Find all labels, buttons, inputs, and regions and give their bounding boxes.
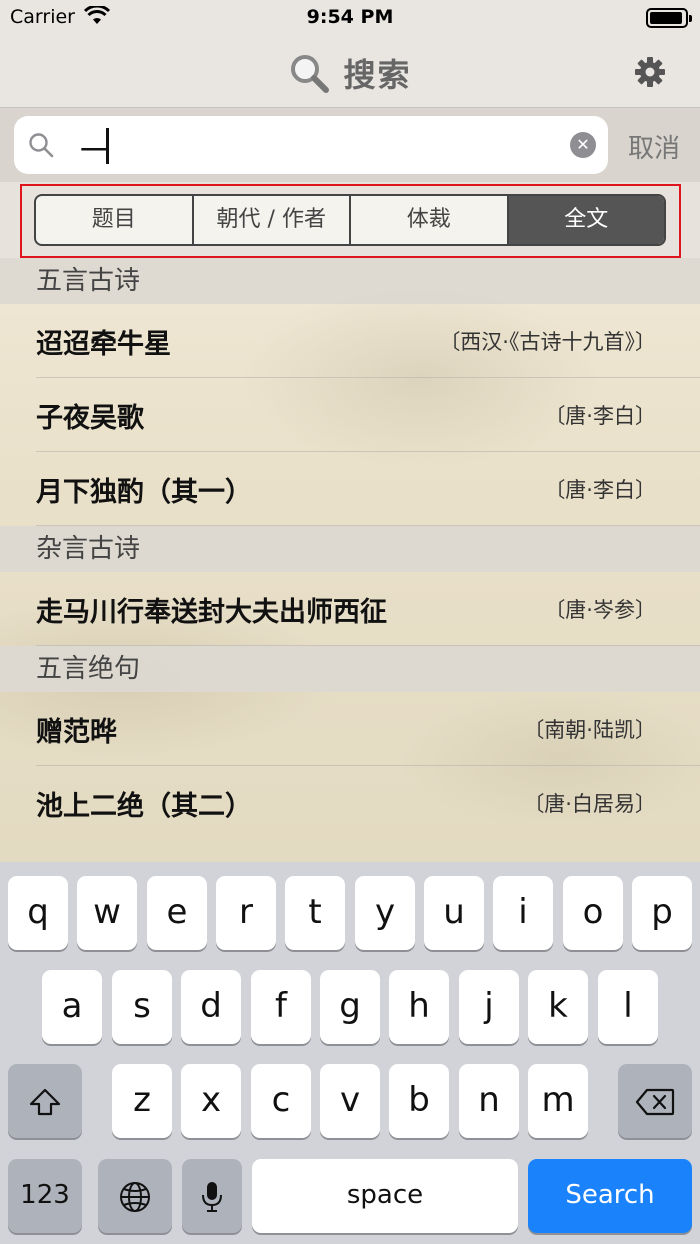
key-i[interactable]: i: [493, 876, 553, 950]
microphone-icon: [202, 1181, 222, 1212]
page-title: 搜索: [343, 56, 412, 94]
key-d[interactable]: d: [181, 970, 241, 1044]
text-cursor: [106, 128, 109, 164]
key-s[interactable]: s: [112, 970, 172, 1044]
section-header: 五言绝句: [0, 646, 700, 692]
search-scope-segmented-control: 题目 朝代 / 作者 体裁 全文: [34, 194, 666, 246]
poem-author: 〔唐·白居易〕: [523, 792, 656, 816]
poem-author: 〔唐·李白〕: [544, 478, 656, 502]
gear-icon[interactable]: [634, 56, 666, 88]
magnifier-icon: [291, 55, 330, 93]
key-f[interactable]: f: [251, 970, 311, 1044]
key-h[interactable]: h: [389, 970, 449, 1044]
poem-title: 迢迢牵牛星: [36, 329, 171, 360]
poem-title: 赠范晔: [36, 717, 117, 748]
globe-key[interactable]: [98, 1159, 172, 1233]
search-input[interactable]: 一 ✕: [14, 116, 608, 174]
key-z[interactable]: z: [112, 1064, 172, 1138]
key-v[interactable]: v: [320, 1064, 380, 1138]
key-j[interactable]: j: [459, 970, 519, 1044]
key-k[interactable]: k: [528, 970, 588, 1044]
delete-key[interactable]: [618, 1064, 692, 1138]
search-scope-bar: 题目 朝代 / 作者 体裁 全文: [0, 182, 700, 258]
poem-title: 月下独酌（其一）: [36, 477, 252, 508]
space-key[interactable]: space: [252, 1159, 518, 1233]
key-y[interactable]: y: [355, 876, 415, 950]
section-header: 五言古诗: [0, 258, 700, 304]
segment-full-text[interactable]: 全文: [508, 196, 664, 244]
poem-author: 〔南朝·陆凯〕: [523, 718, 656, 742]
battery-icon: [646, 8, 692, 28]
clear-icon[interactable]: ✕: [570, 132, 596, 158]
list-item[interactable]: 迢迢牵牛星 〔西汉·《古诗十九首》〕: [36, 304, 700, 378]
numbers-key[interactable]: 123: [8, 1159, 82, 1233]
list-item[interactable]: 赠范晔 〔南朝·陆凯〕: [36, 692, 700, 766]
nav-bar: 搜索: [0, 36, 700, 108]
poem-author: 〔唐·李白〕: [544, 404, 656, 428]
key-p[interactable]: p: [632, 876, 692, 950]
segment-genre[interactable]: 体裁: [351, 196, 509, 244]
list-item[interactable]: 走马川行奉送封大夫出师西征 〔唐·岑参〕: [36, 572, 700, 646]
cancel-button[interactable]: 取消: [628, 128, 680, 165]
key-q[interactable]: q: [8, 876, 68, 950]
dictation-key[interactable]: [182, 1159, 242, 1233]
segment-dynasty-author[interactable]: 朝代 / 作者: [194, 196, 351, 244]
key-x[interactable]: x: [181, 1064, 241, 1138]
poem-title: 走马川行奉送封大夫出师西征: [36, 597, 387, 628]
search-key[interactable]: Search: [528, 1159, 692, 1233]
key-n[interactable]: n: [459, 1064, 519, 1138]
status-bar: Carrier 9:54 PM: [0, 0, 700, 36]
segment-title[interactable]: 题目: [36, 196, 194, 244]
poem-title: 池上二绝（其二）: [36, 791, 252, 822]
list-item[interactable]: 池上二绝（其二） 〔唐·白居易〕: [36, 766, 700, 840]
key-m[interactable]: m: [528, 1064, 588, 1138]
key-a[interactable]: a: [42, 970, 102, 1044]
backspace-icon: [635, 1088, 675, 1115]
shift-icon: [29, 1088, 61, 1115]
key-l[interactable]: l: [598, 970, 658, 1044]
section-header: 杂言古诗: [0, 526, 700, 572]
key-e[interactable]: e: [147, 876, 207, 950]
clock: 9:54 PM: [306, 6, 394, 28]
poem-author: 〔唐·岑参〕: [544, 598, 656, 622]
nav-title-group: 搜索: [0, 50, 700, 96]
list-item[interactable]: 子夜吴歌 〔唐·李白〕: [36, 378, 700, 452]
poem-title: 子夜吴歌: [36, 403, 144, 434]
key-t[interactable]: t: [285, 876, 345, 950]
globe-icon: [120, 1181, 150, 1212]
key-o[interactable]: o: [563, 876, 623, 950]
key-g[interactable]: g: [320, 970, 380, 1044]
key-r[interactable]: r: [216, 876, 276, 950]
search-icon: [29, 133, 54, 158]
results-list[interactable]: 五言古诗 迢迢牵牛星 〔西汉·《古诗十九首》〕 子夜吴歌 〔唐·李白〕 月下独酌…: [0, 258, 700, 862]
keyboard: q w e r t y u i o p a s d f g h j k l z …: [0, 862, 700, 1244]
key-b[interactable]: b: [389, 1064, 449, 1138]
search-bar: 一 ✕ 取消: [0, 108, 700, 182]
poem-author: 〔西汉·《古诗十九首》〕: [439, 330, 656, 354]
key-w[interactable]: w: [77, 876, 137, 950]
list-item[interactable]: 月下独酌（其一） 〔唐·李白〕: [36, 452, 700, 526]
key-u[interactable]: u: [424, 876, 484, 950]
shift-key[interactable]: [8, 1064, 82, 1138]
key-c[interactable]: c: [251, 1064, 311, 1138]
